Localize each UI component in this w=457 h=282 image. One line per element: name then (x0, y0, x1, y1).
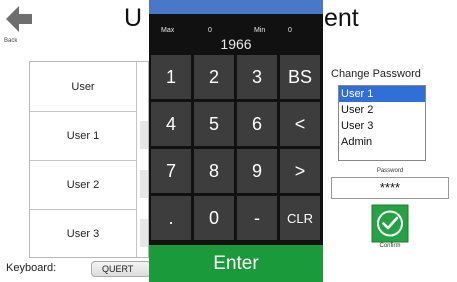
keypad-max-value: 0 (208, 27, 212, 34)
user-1-field[interactable] (140, 121, 148, 149)
key-2[interactable]: 2 (194, 55, 234, 99)
key-1[interactable]: 1 (151, 55, 191, 99)
numeric-keypad: Max 0 Min 0 1966 1 2 3 BS 4 5 6 < 7 8 9 … (149, 0, 323, 282)
key-right[interactable]: > (280, 149, 320, 193)
confirm-button[interactable] (371, 204, 409, 244)
key-8[interactable]: 8 (194, 149, 234, 193)
user-list-item-2[interactable]: User 2 (339, 102, 425, 118)
key-6[interactable]: 6 (237, 102, 277, 146)
user-list-item-3[interactable]: User 3 (339, 118, 425, 134)
key-decimal[interactable]: . (151, 196, 191, 240)
key-3[interactable]: 3 (237, 55, 277, 99)
key-0[interactable]: 0 (194, 196, 234, 240)
keyboard-select[interactable]: QUERT (91, 261, 151, 277)
change-password-title: Change Password (331, 68, 421, 80)
confirm-label: Confirm (379, 243, 401, 249)
key-7[interactable]: 7 (151, 149, 191, 193)
password-field[interactable]: **** (331, 177, 449, 199)
key-5[interactable]: 5 (194, 102, 234, 146)
key-minus[interactable]: - (237, 196, 277, 240)
password-label: Password (376, 168, 404, 174)
keypad-min-value: 0 (288, 27, 292, 34)
user-list-item-admin[interactable]: Admin (339, 134, 425, 150)
users-table: User User 1 User 2 User 3 (29, 61, 149, 258)
back-arrow-icon (6, 6, 32, 32)
key-backspace[interactable]: BS (280, 55, 320, 99)
user-2-field[interactable] (140, 170, 148, 198)
enter-button[interactable]: Enter (149, 245, 323, 282)
user-list-item-1[interactable]: User 1 (339, 86, 425, 102)
table-row-user-2[interactable]: User 2 (30, 160, 136, 210)
keypad-display: 1966 (220, 36, 252, 52)
table-row-user-3[interactable]: User 3 (30, 209, 136, 258)
checkmark-icon (371, 204, 409, 243)
keypad-max-label: Max (161, 27, 175, 34)
back-label: Back (4, 38, 18, 44)
user-3-field[interactable] (140, 219, 148, 247)
table-header-user: User (30, 62, 136, 112)
table-divider (136, 62, 137, 257)
page-title-left: U (124, 4, 143, 32)
key-left[interactable]: < (280, 102, 320, 146)
keyboard-label: Keyboard: (6, 262, 57, 274)
key-4[interactable]: 4 (151, 102, 191, 146)
keypad-min-label: Min (254, 27, 266, 34)
key-9[interactable]: 9 (237, 149, 277, 193)
back-button[interactable]: Back (2, 2, 42, 46)
table-row-user-1[interactable]: User 1 (30, 111, 136, 161)
keypad-title-bar (149, 0, 323, 14)
user-listbox[interactable]: User 1 User 2 User 3 Admin (338, 85, 426, 161)
page-title-right: ent (324, 4, 359, 32)
key-clear[interactable]: CLR (280, 196, 320, 240)
